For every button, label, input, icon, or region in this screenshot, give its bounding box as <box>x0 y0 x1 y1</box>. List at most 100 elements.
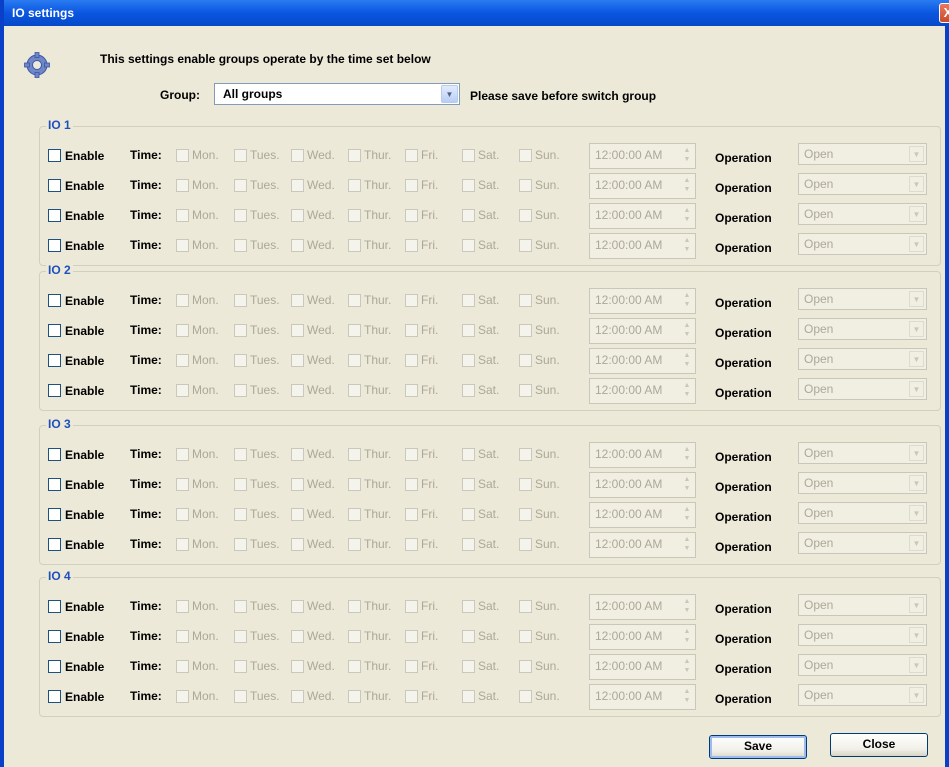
chevron-down-icon[interactable]: ▼ <box>909 445 924 461</box>
day-checkbox-box[interactable] <box>462 179 475 192</box>
operation-select[interactable]: Open ▼ <box>798 472 927 494</box>
operation-select[interactable]: Open ▼ <box>798 143 927 165</box>
time-picker[interactable]: 12:00:00 AM ▲ ▼ <box>589 472 696 498</box>
time-picker[interactable]: 12:00:00 AM ▲ ▼ <box>589 594 696 620</box>
save-button[interactable]: Save <box>709 735 807 759</box>
operation-select[interactable]: Open ▼ <box>798 173 927 195</box>
day-checkbox-box[interactable] <box>348 384 361 397</box>
day-checkbox-box[interactable] <box>291 660 304 673</box>
operation-select[interactable]: Open ▼ <box>798 684 927 706</box>
day-checkbox-box[interactable] <box>176 209 189 222</box>
day-checkbox-box[interactable] <box>519 690 532 703</box>
day-checkbox-box[interactable] <box>405 354 418 367</box>
day-checkbox-box[interactable] <box>348 478 361 491</box>
day-checkbox-box[interactable] <box>291 600 304 613</box>
chevron-down-icon[interactable]: ▼ <box>909 505 924 521</box>
day-checkbox-box[interactable] <box>176 600 189 613</box>
time-picker[interactable]: 12:00:00 AM ▲ ▼ <box>589 502 696 528</box>
day-checkbox-box[interactable] <box>176 660 189 673</box>
day-checkbox-box[interactable] <box>405 508 418 521</box>
day-checkbox-box[interactable] <box>234 660 247 673</box>
day-checkbox-box[interactable] <box>234 209 247 222</box>
day-checkbox-box[interactable] <box>291 448 304 461</box>
day-checkbox-box[interactable] <box>519 600 532 613</box>
day-checkbox-box[interactable] <box>405 478 418 491</box>
day-checkbox-box[interactable] <box>405 538 418 551</box>
day-checkbox-box[interactable] <box>234 508 247 521</box>
enable-checkbox[interactable] <box>48 600 61 613</box>
day-checkbox-box[interactable] <box>291 478 304 491</box>
spinner-icon[interactable]: ▲ ▼ <box>681 381 693 401</box>
day-checkbox-box[interactable] <box>519 384 532 397</box>
spinner-icon[interactable]: ▲ ▼ <box>681 597 693 617</box>
day-checkbox-box[interactable] <box>462 384 475 397</box>
day-checkbox-box[interactable] <box>405 209 418 222</box>
day-checkbox-box[interactable] <box>348 630 361 643</box>
day-checkbox-box[interactable] <box>462 324 475 337</box>
day-checkbox-box[interactable] <box>462 630 475 643</box>
day-checkbox-box[interactable] <box>291 324 304 337</box>
day-checkbox-box[interactable] <box>519 630 532 643</box>
day-checkbox-box[interactable] <box>234 179 247 192</box>
day-checkbox-box[interactable] <box>405 324 418 337</box>
enable-checkbox[interactable] <box>48 209 61 222</box>
enable-checkbox[interactable] <box>48 660 61 673</box>
operation-select[interactable]: Open ▼ <box>798 654 927 676</box>
operation-select[interactable]: Open ▼ <box>798 502 927 524</box>
day-checkbox-box[interactable] <box>291 508 304 521</box>
enable-checkbox[interactable] <box>48 630 61 643</box>
operation-select[interactable]: Open ▼ <box>798 318 927 340</box>
day-checkbox-box[interactable] <box>348 354 361 367</box>
day-checkbox-box[interactable] <box>234 239 247 252</box>
day-checkbox-box[interactable] <box>462 538 475 551</box>
day-checkbox-box[interactable] <box>234 354 247 367</box>
enable-checkbox[interactable] <box>48 478 61 491</box>
enable-checkbox[interactable] <box>48 324 61 337</box>
time-picker[interactable]: 12:00:00 AM ▲ ▼ <box>589 348 696 374</box>
time-picker[interactable]: 12:00:00 AM ▲ ▼ <box>589 143 696 169</box>
close-button[interactable]: Close <box>830 733 928 757</box>
enable-checkbox[interactable] <box>48 508 61 521</box>
day-checkbox-box[interactable] <box>234 324 247 337</box>
enable-checkbox[interactable] <box>48 354 61 367</box>
time-picker[interactable]: 12:00:00 AM ▲ ▼ <box>589 233 696 259</box>
chevron-down-icon[interactable]: ▼ <box>909 535 924 551</box>
day-checkbox-box[interactable] <box>519 508 532 521</box>
spinner-icon[interactable]: ▲ ▼ <box>681 535 693 555</box>
time-picker[interactable]: 12:00:00 AM ▲ ▼ <box>589 288 696 314</box>
day-checkbox-box[interactable] <box>176 384 189 397</box>
chevron-down-icon[interactable]: ▼ <box>909 291 924 307</box>
day-checkbox-box[interactable] <box>348 324 361 337</box>
day-checkbox-box[interactable] <box>348 538 361 551</box>
operation-select[interactable]: Open ▼ <box>798 233 927 255</box>
day-checkbox-box[interactable] <box>176 239 189 252</box>
day-checkbox-box[interactable] <box>176 508 189 521</box>
day-checkbox-box[interactable] <box>291 209 304 222</box>
spinner-icon[interactable]: ▲ ▼ <box>681 291 693 311</box>
day-checkbox-box[interactable] <box>462 600 475 613</box>
day-checkbox-box[interactable] <box>234 448 247 461</box>
day-checkbox-box[interactable] <box>519 239 532 252</box>
day-checkbox-box[interactable] <box>405 660 418 673</box>
day-checkbox-box[interactable] <box>176 149 189 162</box>
day-checkbox-box[interactable] <box>234 384 247 397</box>
enable-checkbox[interactable] <box>48 690 61 703</box>
operation-select[interactable]: Open ▼ <box>798 594 927 616</box>
spinner-icon[interactable]: ▲ ▼ <box>681 657 693 677</box>
spinner-icon[interactable]: ▲ ▼ <box>681 321 693 341</box>
day-checkbox-box[interactable] <box>348 149 361 162</box>
day-checkbox-box[interactable] <box>519 354 532 367</box>
day-checkbox-box[interactable] <box>462 448 475 461</box>
day-checkbox-box[interactable] <box>405 448 418 461</box>
operation-select[interactable]: Open ▼ <box>798 378 927 400</box>
day-checkbox-box[interactable] <box>405 690 418 703</box>
day-checkbox-box[interactable] <box>234 690 247 703</box>
day-checkbox-box[interactable] <box>405 179 418 192</box>
group-select[interactable]: All groups ▼ <box>214 83 460 105</box>
day-checkbox-box[interactable] <box>176 478 189 491</box>
enable-checkbox[interactable] <box>48 294 61 307</box>
day-checkbox-box[interactable] <box>405 149 418 162</box>
day-checkbox-box[interactable] <box>176 690 189 703</box>
day-checkbox-box[interactable] <box>176 448 189 461</box>
chevron-down-icon[interactable]: ▼ <box>909 381 924 397</box>
